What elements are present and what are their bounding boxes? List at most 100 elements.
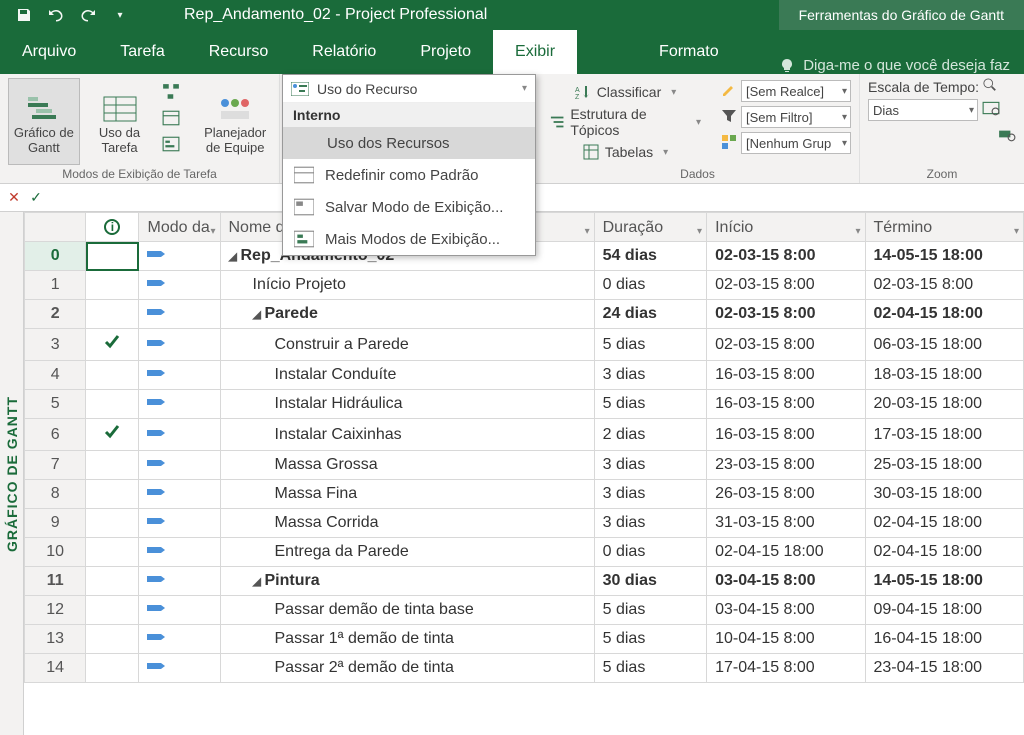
- finish-cell[interactable]: 02-04-15 18:00: [865, 300, 1024, 329]
- task-name-cell[interactable]: Início Projeto: [220, 271, 594, 300]
- dropdown-item-more-views[interactable]: Mais Modos de Exibição...: [283, 223, 535, 255]
- other-views-icon[interactable]: [159, 132, 183, 156]
- indicator-cell[interactable]: [86, 390, 139, 419]
- table-row[interactable]: 6Instalar Caixinhas2 dias16-03-15 8:0017…: [25, 419, 1024, 451]
- tables-button[interactable]: Tabelas▾: [544, 140, 707, 164]
- task-name-cell[interactable]: Entrega da Parede: [220, 538, 594, 567]
- finish-cell[interactable]: 23-04-15 18:00: [865, 654, 1024, 683]
- header-row-id[interactable]: [25, 213, 86, 242]
- finish-cell[interactable]: 14-05-15 18:00: [865, 242, 1024, 271]
- duration-cell[interactable]: 30 dias: [594, 567, 706, 596]
- table-row[interactable]: 13Passar 1ª demão de tinta5 dias10-04-15…: [25, 625, 1024, 654]
- duration-cell[interactable]: 5 dias: [594, 654, 706, 683]
- table-row[interactable]: 3Construir a Parede5 dias02-03-15 8:0006…: [25, 329, 1024, 361]
- row-id-cell[interactable]: 9: [25, 509, 86, 538]
- start-cell[interactable]: 17-04-15 8:00: [707, 654, 865, 683]
- table-row[interactable]: 14Passar 2ª demão de tinta5 dias17-04-15…: [25, 654, 1024, 683]
- tab-projeto[interactable]: Projeto: [398, 30, 493, 74]
- calendar-icon[interactable]: [159, 106, 183, 130]
- task-mode-cell[interactable]: [139, 361, 220, 390]
- duration-cell[interactable]: 24 dias: [594, 300, 706, 329]
- finish-cell[interactable]: 14-05-15 18:00: [865, 567, 1024, 596]
- task-mode-cell[interactable]: [139, 300, 220, 329]
- finish-cell[interactable]: 02-04-15 18:00: [865, 509, 1024, 538]
- tab-exibir[interactable]: Exibir: [493, 30, 577, 74]
- duration-cell[interactable]: 2 dias: [594, 419, 706, 451]
- duration-cell[interactable]: 54 dias: [594, 242, 706, 271]
- table-row[interactable]: 1Início Projeto0 dias02-03-15 8:0002-03-…: [25, 271, 1024, 300]
- finish-cell[interactable]: 25-03-15 18:00: [865, 451, 1024, 480]
- resource-usage-button[interactable]: Uso do Recurso ▾: [283, 75, 535, 103]
- zoom-all-icon[interactable]: [982, 99, 1000, 121]
- task-name-cell[interactable]: ◢Parede: [220, 300, 594, 329]
- network-diagram-icon[interactable]: [159, 80, 183, 104]
- task-name-cell[interactable]: Massa Corrida: [220, 509, 594, 538]
- table-row[interactable]: 7Massa Grossa3 dias23-03-15 8:0025-03-15…: [25, 451, 1024, 480]
- gantt-chart-button[interactable]: Gráfico de Gantt: [8, 78, 80, 165]
- duration-cell[interactable]: 3 dias: [594, 361, 706, 390]
- tab-recurso[interactable]: Recurso: [187, 30, 291, 74]
- finish-cell[interactable]: 02-04-15 18:00: [865, 538, 1024, 567]
- row-id-cell[interactable]: 8: [25, 480, 86, 509]
- indicator-cell[interactable]: [86, 242, 139, 271]
- duration-cell[interactable]: 5 dias: [594, 329, 706, 361]
- save-icon[interactable]: [12, 3, 36, 27]
- start-cell[interactable]: 26-03-15 8:00: [707, 480, 865, 509]
- task-mode-cell[interactable]: [139, 625, 220, 654]
- tab-relatorio[interactable]: Relatório: [290, 30, 398, 74]
- zoom-selected-icon[interactable]: [998, 125, 1016, 146]
- task-mode-cell[interactable]: [139, 567, 220, 596]
- zoom-search-icon[interactable]: [983, 78, 997, 95]
- table-row[interactable]: 10Entrega da Parede0 dias02-04-15 18:000…: [25, 538, 1024, 567]
- start-cell[interactable]: 16-03-15 8:00: [707, 390, 865, 419]
- task-grid[interactable]: i Modo da▾ Nome da tarefa▾ Duração▾ Iníc…: [24, 212, 1024, 735]
- table-row[interactable]: 11◢Pintura30 dias03-04-15 8:0014-05-15 1…: [25, 567, 1024, 596]
- duration-cell[interactable]: 3 dias: [594, 480, 706, 509]
- indicator-cell[interactable]: [86, 538, 139, 567]
- start-cell[interactable]: 03-04-15 8:00: [707, 596, 865, 625]
- qat-customize-icon[interactable]: ▾: [108, 3, 132, 27]
- finish-cell[interactable]: 02-03-15 8:00: [865, 271, 1024, 300]
- duration-cell[interactable]: 5 dias: [594, 390, 706, 419]
- task-mode-cell[interactable]: [139, 509, 220, 538]
- indicator-cell[interactable]: [86, 329, 139, 361]
- indicator-cell[interactable]: [86, 567, 139, 596]
- sort-button[interactable]: AZ Classificar▾: [544, 80, 707, 104]
- task-name-cell[interactable]: Instalar Hidráulica: [220, 390, 594, 419]
- tab-formato[interactable]: Formato: [637, 30, 741, 74]
- finish-cell[interactable]: 17-03-15 18:00: [865, 419, 1024, 451]
- table-row[interactable]: 12Passar demão de tinta base5 dias03-04-…: [25, 596, 1024, 625]
- row-id-cell[interactable]: 13: [25, 625, 86, 654]
- cancel-entry-icon[interactable]: ✕: [6, 190, 22, 206]
- outline-button[interactable]: Estrutura de Tópicos▾: [544, 110, 707, 134]
- start-cell[interactable]: 10-04-15 8:00: [707, 625, 865, 654]
- highlight-combo[interactable]: [Sem Realce]: [741, 80, 851, 102]
- expand-icon[interactable]: ◢: [229, 250, 239, 263]
- duration-cell[interactable]: 3 dias: [594, 451, 706, 480]
- task-mode-cell[interactable]: [139, 654, 220, 683]
- row-id-cell[interactable]: 7: [25, 451, 86, 480]
- row-id-cell[interactable]: 6: [25, 419, 86, 451]
- table-row[interactable]: 8Massa Fina3 dias26-03-15 8:0030-03-15 1…: [25, 480, 1024, 509]
- header-task-mode[interactable]: Modo da▾: [139, 213, 220, 242]
- group-combo[interactable]: [Nenhum Grup: [741, 132, 851, 154]
- view-bar[interactable]: GRÁFICO DE GANTT: [0, 212, 24, 735]
- duration-cell[interactable]: 5 dias: [594, 596, 706, 625]
- duration-cell[interactable]: 0 dias: [594, 538, 706, 567]
- start-cell[interactable]: 16-03-15 8:00: [707, 361, 865, 390]
- team-planner-button[interactable]: Planejador de Equipe: [199, 78, 271, 165]
- task-name-cell[interactable]: Instalar Conduíte: [220, 361, 594, 390]
- finish-cell[interactable]: 20-03-15 18:00: [865, 390, 1024, 419]
- expand-icon[interactable]: ◢: [253, 575, 263, 588]
- start-cell[interactable]: 23-03-15 8:00: [707, 451, 865, 480]
- start-cell[interactable]: 02-04-15 18:00: [707, 538, 865, 567]
- row-id-cell[interactable]: 14: [25, 654, 86, 683]
- timescale-combo[interactable]: Dias: [868, 99, 978, 121]
- task-mode-cell[interactable]: [139, 538, 220, 567]
- dropdown-item-reset-default[interactable]: Redefinir como Padrão: [283, 159, 535, 191]
- indicator-cell[interactable]: [86, 361, 139, 390]
- task-mode-cell[interactable]: [139, 242, 220, 271]
- start-cell[interactable]: 02-03-15 8:00: [707, 242, 865, 271]
- indicator-cell[interactable]: [86, 596, 139, 625]
- task-usage-button[interactable]: Uso da Tarefa: [84, 78, 156, 165]
